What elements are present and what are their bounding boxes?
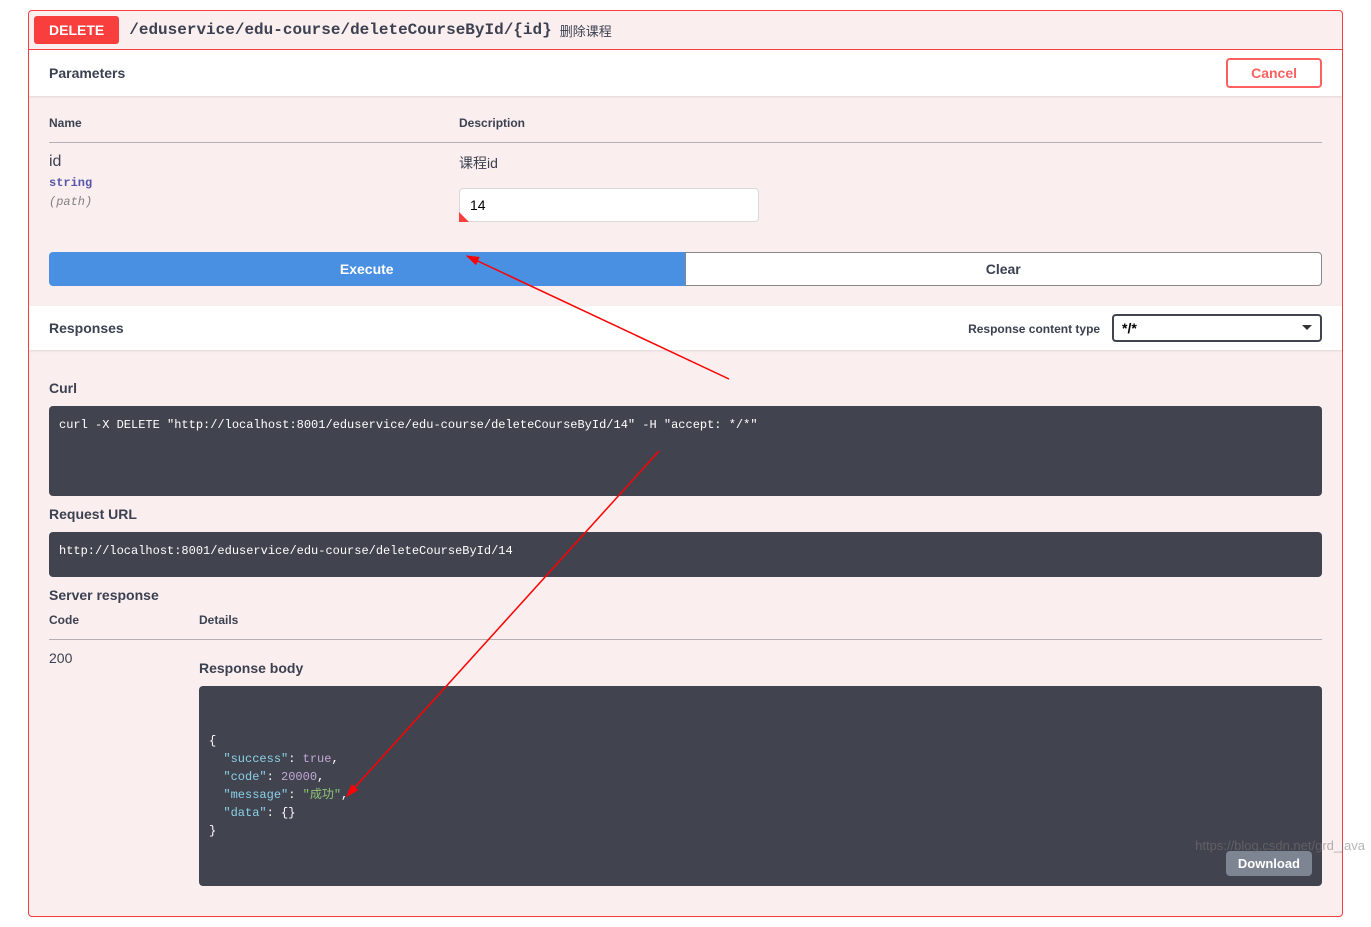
cancel-button[interactable]: Cancel bbox=[1226, 58, 1322, 88]
request-url-block[interactable]: http://localhost:8001/eduservice/edu-cou… bbox=[49, 532, 1322, 577]
operation-summary-row[interactable]: DELETE /eduservice/edu-course/deleteCour… bbox=[29, 11, 1342, 50]
content-type-label: Response content type bbox=[968, 322, 1100, 336]
param-id-input[interactable] bbox=[459, 188, 759, 222]
watermark-text: https://blog.csdn.net/grd_java bbox=[1195, 838, 1365, 853]
curl-code-block[interactable]: curl -X DELETE "http://localhost:8001/ed… bbox=[49, 406, 1322, 496]
parameters-table: Name Description id string (path) 课程id bbox=[49, 116, 1322, 232]
responses-section-header: Responses Response content type */* bbox=[29, 306, 1342, 350]
delete-operation-block: DELETE /eduservice/edu-course/deleteCour… bbox=[28, 10, 1343, 917]
request-url-title: Request URL bbox=[49, 506, 1322, 522]
action-button-row: Execute Clear bbox=[29, 252, 1342, 306]
param-name: id bbox=[49, 153, 459, 171]
th-code: Code bbox=[49, 613, 199, 640]
response-body-block[interactable]: { "success": true, "code": 20000, "messa… bbox=[199, 686, 1322, 886]
required-marker-icon bbox=[459, 212, 469, 222]
parameters-section-header: Parameters Cancel bbox=[29, 50, 1342, 96]
response-body-title: Response body bbox=[199, 660, 1322, 676]
curl-title: Curl bbox=[49, 380, 1322, 396]
th-details: Details bbox=[199, 613, 1322, 640]
param-in: (path) bbox=[49, 195, 459, 209]
th-description: Description bbox=[459, 116, 1322, 143]
endpoint-summary: 删除课程 bbox=[560, 21, 612, 40]
response-table: Code Details 200 Response body { "succes… bbox=[49, 613, 1322, 896]
endpoint-path: /eduservice/edu-course/deleteCourseById/… bbox=[129, 21, 551, 39]
responses-title: Responses bbox=[49, 320, 124, 336]
th-name: Name bbox=[49, 116, 459, 143]
table-row: 200 Response body { "success": true, "co… bbox=[49, 640, 1322, 897]
table-row: id string (path) 课程id bbox=[49, 143, 1322, 233]
param-description: 课程id bbox=[459, 153, 1322, 173]
http-method-badge: DELETE bbox=[34, 16, 119, 44]
server-response-title: Server response bbox=[49, 587, 1322, 603]
parameters-body: Name Description id string (path) 课程id bbox=[29, 96, 1342, 252]
execute-button[interactable]: Execute bbox=[49, 252, 685, 286]
param-type: string bbox=[49, 171, 459, 195]
response-code: 200 bbox=[49, 640, 199, 897]
responses-body: Curl curl -X DELETE "http://localhost:80… bbox=[29, 350, 1342, 916]
parameters-title: Parameters bbox=[49, 65, 125, 81]
download-button[interactable]: Download bbox=[1226, 851, 1312, 876]
clear-button[interactable]: Clear bbox=[685, 252, 1323, 286]
content-type-select[interactable]: */* bbox=[1112, 314, 1322, 342]
